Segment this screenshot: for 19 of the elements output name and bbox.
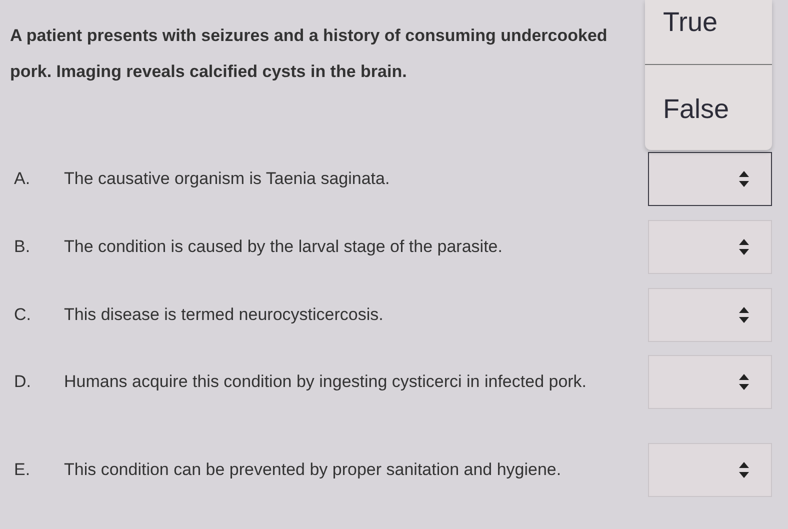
- menu-option[interactable]: True: [645, 0, 772, 65]
- option-letter: A.: [14, 168, 32, 190]
- sort-arrows-icon: [739, 462, 749, 478]
- statement-text: Humans acquire this condition by ingesting cysticerci in infected pork.: [64, 371, 587, 393]
- option-letter: E.: [14, 459, 32, 481]
- sort-arrows-icon: [739, 171, 749, 187]
- menu-option[interactable]: False: [645, 65, 772, 150]
- statement-text: The causative organism is Taenia saginata.: [64, 168, 390, 190]
- sort-arrows-icon: [739, 239, 749, 255]
- option-letter: D.: [14, 371, 32, 393]
- option-letter: C.: [14, 304, 32, 326]
- statement-text: This condition can be prevented by proper sanitation and hygiene.: [64, 459, 562, 481]
- question-text: A patient presents with seizures and a history of consuming undercooked pork. Imaging reveals calcified cysts in the brain.: [9, 25, 608, 83]
- option-letter: B.: [14, 236, 32, 258]
- statement-text: This disease is termed neurocysticercosis.: [64, 304, 384, 326]
- sort-arrows-icon: [739, 307, 749, 323]
- sort-arrows-icon: [739, 374, 749, 390]
- answer-select[interactable]: [648, 152, 772, 206]
- statement-text: The condition is caused by the larval stage of the parasite.: [64, 236, 502, 258]
